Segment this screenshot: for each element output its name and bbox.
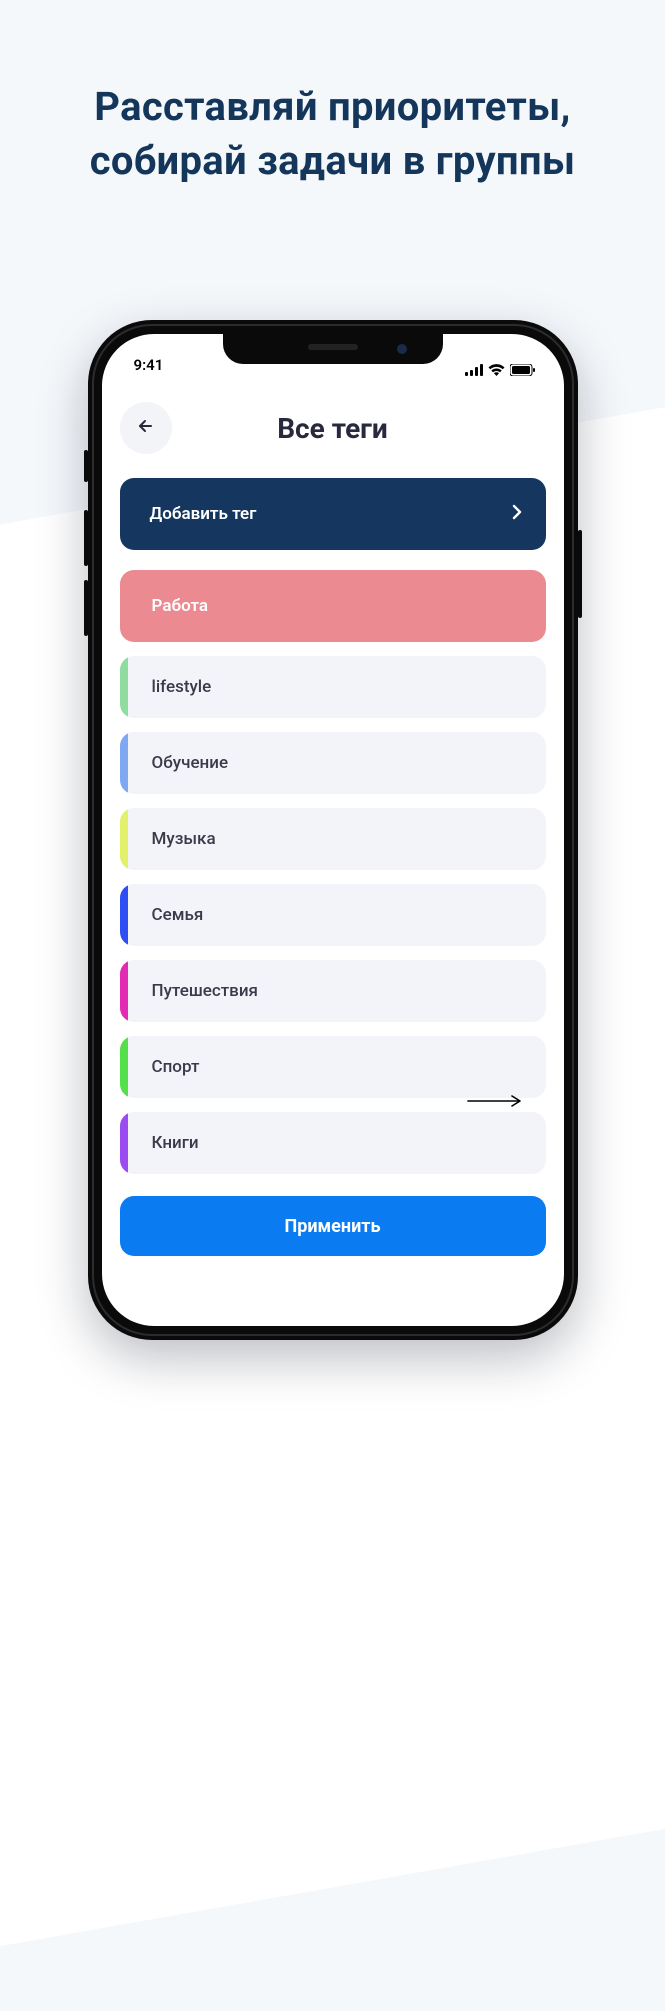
tag-label: Путешествия: [152, 981, 258, 1001]
status-time: 9:41: [134, 356, 164, 376]
tag-item[interactable]: Спорт: [120, 1036, 546, 1098]
phone-silence-switch: [84, 450, 88, 482]
chevron-right-icon: [512, 504, 522, 525]
add-tag-button[interactable]: Добавить тег: [120, 478, 546, 550]
tag-item[interactable]: Путешествия: [120, 960, 546, 1022]
phone-notch: [223, 334, 443, 364]
arrow-left-icon: [136, 416, 156, 440]
phone-screen: 9:41 Все теги: [102, 334, 564, 1326]
cellular-signal-icon: [465, 364, 483, 376]
page-title: Все теги: [277, 412, 388, 445]
apply-button[interactable]: Применить: [120, 1196, 546, 1256]
tag-label: Музыка: [152, 829, 216, 849]
add-tag-label: Добавить тег: [150, 504, 257, 524]
tag-color-stripe: [120, 884, 128, 946]
tag-item[interactable]: Работа: [120, 570, 546, 642]
tag-label: Книги: [152, 1133, 199, 1153]
content-area: Добавить тег Работа lifestyle Обучение Музы…: [102, 478, 564, 1256]
battery-icon: [510, 364, 536, 376]
promo-heading: Расставляй приоритеты, собирай задачи в …: [0, 0, 665, 188]
tag-label: Обучение: [152, 753, 229, 773]
tag-item[interactable]: Музыка: [120, 808, 546, 870]
tag-color-stripe: [120, 808, 128, 870]
tag-color-stripe: [120, 732, 128, 794]
status-right: [465, 364, 536, 376]
wifi-icon: [488, 364, 505, 376]
app-header: Все теги: [102, 378, 564, 478]
tag-list: Работа lifestyle Обучение Музыка Семья Путеше…: [120, 570, 546, 1174]
phone-frame: 9:41 Все теги: [88, 320, 578, 1340]
tag-item[interactable]: Обучение: [120, 732, 546, 794]
tag-color-stripe: [120, 1036, 128, 1098]
tag-item[interactable]: lifestyle: [120, 656, 546, 718]
tag-color-stripe: [120, 960, 128, 1022]
tag-label: lifestyle: [152, 677, 212, 697]
tag-item[interactable]: Книги: [120, 1112, 546, 1174]
back-button[interactable]: [120, 402, 172, 454]
tag-label: Работа: [152, 596, 209, 616]
phone-volume-up: [84, 510, 88, 566]
tag-label: Семья: [152, 905, 204, 925]
front-camera: [397, 344, 407, 354]
tag-color-stripe: [120, 1112, 128, 1174]
phone-volume-down: [84, 580, 88, 636]
tag-color-stripe: [120, 656, 128, 718]
apply-button-label: Применить: [284, 1216, 380, 1237]
phone-power-button: [578, 530, 582, 618]
tag-item[interactable]: Семья: [120, 884, 546, 946]
speaker-grille: [308, 344, 358, 350]
tag-label: Спорт: [152, 1057, 200, 1077]
